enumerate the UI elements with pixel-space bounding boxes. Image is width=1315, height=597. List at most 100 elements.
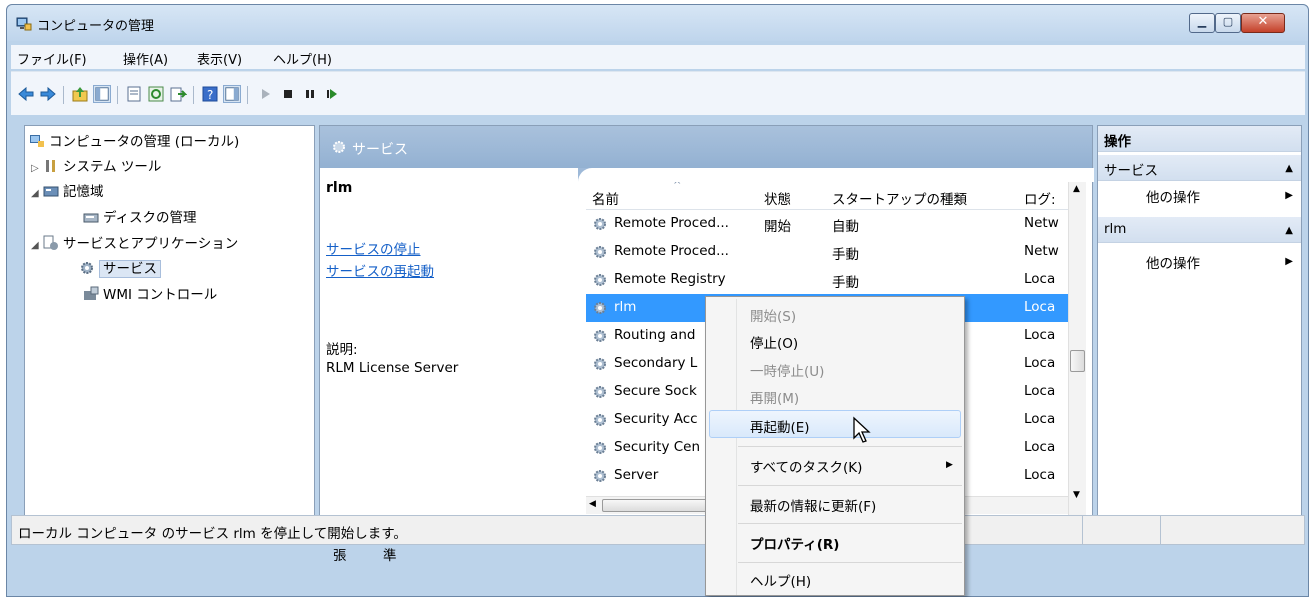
service-logon: Loca: [1024, 355, 1056, 371]
toolbar-separator: [247, 86, 248, 104]
menu-item-pause[interactable]: 一時停止(U): [750, 360, 824, 380]
menu-item-refresh[interactable]: 最新の情報に更新(F): [750, 495, 876, 515]
collapse-up-icon[interactable]: ▲: [1285, 163, 1293, 174]
menu-action[interactable]: 操作(A): [123, 49, 168, 68]
title-bar[interactable]: コンピュータの管理 ▁ ▢ ✕: [7, 5, 1308, 41]
menu-item-stop[interactable]: 停止(O): [750, 332, 798, 352]
scroll-thumb[interactable]: [1070, 350, 1085, 372]
service-gear-icon: [594, 302, 606, 314]
expand-arrow-icon[interactable]: ▷: [31, 163, 43, 174]
status-separator: [1082, 516, 1083, 544]
menu-gutter: [736, 299, 737, 595]
more-actions-item[interactable]: 他の操作: [1146, 252, 1200, 272]
actions-header: 操作: [1098, 126, 1301, 152]
tree-label: 記憶域: [63, 184, 104, 200]
tree-item-storage[interactable]: ◢ 記憶域: [31, 180, 104, 202]
scroll-down-icon[interactable]: ▼: [1073, 490, 1080, 500]
computer-management-icon: [30, 135, 44, 147]
tree-label: コンピュータの管理 (ローカル): [49, 134, 240, 150]
column-status[interactable]: 状態: [764, 188, 791, 208]
vertical-scrollbar[interactable]: ▲ ▼: [1068, 182, 1086, 520]
services-apps-icon: [43, 235, 58, 250]
tree-label: サービスとアプリケーション: [63, 236, 239, 252]
gear-icon: [333, 141, 345, 153]
pause-service-icon[interactable]: [301, 85, 319, 103]
menu-help[interactable]: ヘルプ(H): [273, 49, 332, 68]
service-gear-icon: [594, 414, 606, 426]
collapse-arrow-icon[interactable]: ◢: [31, 240, 43, 251]
sort-ascending-icon: ^: [673, 182, 682, 191]
actions-section-rlm[interactable]: rlm ▲: [1098, 217, 1301, 243]
column-startup-type[interactable]: スタートアップの種類: [832, 188, 967, 208]
show-hide-tree-icon[interactable]: [93, 85, 111, 103]
menu-item-start[interactable]: 開始(S): [750, 305, 796, 325]
service-status: 開始: [764, 219, 791, 235]
more-actions-item[interactable]: 他の操作: [1146, 186, 1200, 206]
submenu-arrow-icon: ▶: [946, 460, 953, 470]
column-name[interactable]: 名前: [592, 188, 619, 208]
collapse-up-icon[interactable]: ▲: [1285, 225, 1293, 236]
menu-file[interactable]: ファイル(F): [17, 49, 87, 68]
scroll-up-icon[interactable]: ▲: [1073, 184, 1080, 194]
menu-bar: ファイル(F) 操作(A) 表示(V) ヘルプ(H): [11, 45, 1305, 69]
up-folder-icon[interactable]: [71, 85, 89, 103]
actions-pane: 操作 サービス ▲ 他の操作 ▶ rlm ▲ 他の操作 ▶: [1097, 125, 1302, 545]
tree-item-wmi-control[interactable]: WMI コントロール: [83, 283, 217, 305]
tree-item-services[interactable]: サービス: [79, 257, 161, 279]
service-logon: Loca: [1024, 411, 1056, 427]
table-row[interactable]: Remote Proced... 開始 自動 Netw: [586, 210, 1076, 238]
description-label: 説明:: [326, 342, 358, 358]
table-row[interactable]: Remote Proced... 手動 Netw: [586, 238, 1076, 266]
menu-view[interactable]: 表示(V): [197, 49, 242, 68]
menu-item-help[interactable]: ヘルプ(H): [750, 570, 811, 590]
menu-separator: [738, 562, 962, 563]
service-gear-icon: [594, 386, 606, 398]
selected-service-name: rlm: [326, 180, 353, 196]
start-service-icon[interactable]: [257, 85, 275, 103]
show-hide-action-pane-icon[interactable]: [223, 85, 241, 103]
stop-service-icon[interactable]: [279, 85, 297, 103]
tree-label: ディスクの管理: [103, 210, 197, 226]
stop-service-link[interactable]: サービスの停止: [326, 238, 421, 258]
forward-arrow-icon[interactable]: [39, 85, 57, 103]
service-gear-icon: [594, 442, 606, 454]
menu-separator: [738, 523, 962, 524]
properties-sheet-icon[interactable]: [125, 85, 143, 103]
restart-service-icon[interactable]: [323, 85, 341, 103]
export-list-icon[interactable]: [169, 85, 187, 103]
pane-title: サービス: [352, 142, 408, 158]
tree-item-disk-management[interactable]: ディスクの管理: [83, 206, 197, 228]
scroll-left-icon[interactable]: ◀: [589, 499, 596, 509]
menu-item-properties[interactable]: プロパティ(R): [750, 533, 839, 553]
refresh-icon[interactable]: [147, 85, 165, 103]
minimize-button[interactable]: ▁: [1189, 13, 1215, 33]
close-button[interactable]: ✕: [1241, 13, 1285, 33]
collapse-arrow-icon[interactable]: ◢: [31, 188, 43, 199]
tree-item-services-and-apps[interactable]: ◢ サービスとアプリケーション: [31, 232, 238, 254]
actions-section-services[interactable]: サービス ▲: [1098, 155, 1301, 181]
toolbar-separator: [193, 86, 194, 104]
context-menu: 開始(S) 停止(O) 一時停止(U) 再開(M) 再起動(E) すべてのタスク…: [705, 296, 965, 596]
status-text: ローカル コンピュータ のサービス rlm を停止して開始します。: [18, 526, 407, 542]
computer-management-icon: [16, 17, 32, 31]
service-name: Remote Proced...: [614, 243, 729, 259]
service-logon: Loca: [1024, 271, 1056, 287]
help-icon[interactable]: ?: [201, 85, 219, 103]
column-logon[interactable]: ログ:: [1024, 188, 1056, 208]
menu-item-all-tasks[interactable]: すべてのタスク(K): [750, 456, 862, 476]
menu-item-resume[interactable]: 再開(M): [750, 387, 799, 407]
tree-item-root[interactable]: コンピュータの管理 (ローカル): [29, 130, 239, 152]
svg-text:?: ?: [207, 88, 213, 102]
service-gear-icon: [594, 246, 606, 258]
restart-service-link[interactable]: サービスの再起動: [326, 260, 434, 280]
back-arrow-icon[interactable]: [17, 85, 35, 103]
toolbar-separator: [63, 86, 64, 104]
scroll-thumb[interactable]: [602, 499, 722, 512]
tree-item-system-tools[interactable]: ▷ システム ツール: [31, 155, 161, 177]
header-curve: [578, 168, 1094, 182]
menu-item-restart[interactable]: 再起動(E): [750, 416, 810, 436]
maximize-button[interactable]: ▢: [1215, 13, 1241, 33]
list-header: ^ 名前 状態 スタートアップの種類 ログ:: [586, 182, 1076, 210]
wmi-icon: [84, 286, 99, 300]
table-row[interactable]: Remote Registry 手動 Loca: [586, 266, 1076, 294]
